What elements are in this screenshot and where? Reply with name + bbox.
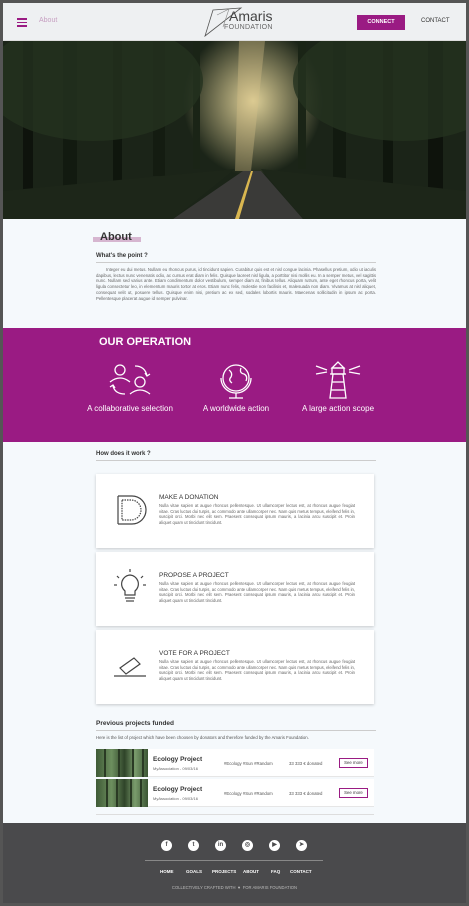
page: About Amaris FOUNDATION CONNECT CONTACT	[3, 3, 466, 903]
divider	[96, 814, 374, 815]
step-card-propose: PROPOSE A PROJECT Nulla vitae sapien at …	[96, 552, 374, 626]
project-amount: 33 333 € donated	[289, 791, 323, 796]
previous-projects-title: Previous projects funded	[96, 720, 175, 727]
footer-credit: COLLECTIVELY CRAFTED WITH ♥ FOR AMARIS F…	[3, 885, 466, 890]
step-text: Nulla vitae sapien at augue rhoncus pell…	[159, 581, 355, 603]
operation-title: OUR OPERATION	[99, 336, 192, 348]
footer-link-about[interactable]: ABOUT	[243, 869, 259, 874]
footer-link-faq[interactable]: FAQ	[271, 869, 280, 874]
project-thumbnail	[96, 749, 148, 777]
see-more-button[interactable]: See more	[339, 758, 368, 768]
users-exchange-icon	[109, 364, 151, 395]
nav-contact-link[interactable]: CONTACT	[421, 18, 450, 24]
footer: f t in ◎ ▶ ➤ HOME GOALS PROJECTS ABOUT F…	[3, 823, 466, 903]
divider	[96, 730, 376, 731]
logo-title: Amaris	[229, 8, 273, 24]
about-paragraph: Integer eu dui metus. Nullam eu rhoncus …	[96, 267, 376, 301]
operation-item-collaborative: A collaborative selection	[85, 360, 175, 413]
previous-projects-description: Here is the list of project which have b…	[96, 735, 309, 740]
facebook-icon[interactable]: f	[161, 840, 172, 851]
nav-about-link[interactable]: About	[39, 17, 57, 24]
linkedin-icon[interactable]: in	[215, 840, 226, 851]
project-tags: #Ecology #Sun #Random	[224, 761, 273, 766]
credit-suffix: FOR AMARIS FOUNDATION	[242, 885, 298, 890]
logo-subtitle: FOUNDATION	[224, 24, 273, 31]
step-text: Nulla vitae sapien at augue rhoncus pell…	[159, 503, 355, 525]
step-title: PROPOSE A PROJECT	[159, 572, 229, 579]
project-tags: #Ecology #Sun #Random	[224, 791, 273, 796]
step-title: MAKE A DONATION	[159, 494, 219, 501]
ballot-icon	[114, 657, 146, 677]
telegram-icon[interactable]: ➤	[296, 840, 307, 851]
lighthouse-icon	[315, 361, 361, 399]
step-text: Nulla vitae sapien at augue rhoncus pell…	[159, 659, 355, 681]
about-title: About	[100, 231, 132, 243]
globe-icon	[220, 364, 252, 399]
amaris-logo[interactable]: Amaris FOUNDATION	[199, 5, 299, 39]
connect-button[interactable]: CONNECT	[357, 15, 405, 30]
operation-section: OUR OPERATION A collaborative selection	[3, 328, 466, 442]
footer-link-goals[interactable]: GOALS	[186, 869, 202, 874]
heart-icon: ♥	[236, 885, 242, 890]
footer-link-home[interactable]: HOME	[160, 869, 174, 874]
divider	[96, 262, 376, 263]
credit-prefix: COLLECTIVELY CRAFTED WITH	[171, 885, 236, 890]
about-subtitle: What's the point ?	[96, 253, 148, 259]
top-navbar: About Amaris FOUNDATION CONNECT CONTACT	[3, 3, 466, 41]
youtube-icon[interactable]: ▶	[269, 840, 280, 851]
divider	[96, 460, 376, 461]
lightbulb-icon	[114, 569, 146, 602]
project-thumbnail	[96, 779, 148, 807]
coin-icon	[117, 495, 147, 525]
footer-link-projects[interactable]: PROJECTS	[212, 869, 236, 874]
operation-item-scope: A large action scope	[293, 360, 383, 413]
operation-label: A collaborative selection	[87, 404, 173, 413]
project-name: Ecology Project	[153, 786, 203, 793]
footer-link-contact[interactable]: CONTACT	[290, 869, 312, 874]
project-row: Ecology Project MyAssociation - 09/03/16…	[96, 749, 374, 777]
project-amount: 33 333 € donated	[289, 761, 323, 766]
hero-forest-road-image	[3, 41, 466, 219]
step-card-donation: MAKE A DONATION Nulla vitae sapien at au…	[96, 474, 374, 548]
project-meta: MyAssociation - 09/03/16	[153, 796, 198, 801]
step-card-vote: VOTE FOR A PROJECT Nulla vitae sapien at…	[96, 630, 374, 704]
project-meta: MyAssociation - 09/03/16	[153, 766, 198, 771]
project-row: Ecology Project MyAssociation - 09/03/16…	[96, 779, 374, 807]
operation-label: A large action scope	[301, 404, 375, 413]
operation-item-worldwide: A worldwide action	[191, 360, 281, 413]
operation-label: A worldwide action	[202, 404, 270, 413]
divider	[145, 860, 323, 861]
hamburger-menu-icon[interactable]	[17, 18, 27, 27]
twitter-icon[interactable]: t	[188, 840, 199, 851]
instagram-icon[interactable]: ◎	[242, 840, 253, 851]
how-title: How does it work ?	[96, 451, 151, 457]
see-more-button[interactable]: See more	[339, 788, 368, 798]
step-title: VOTE FOR A PROJECT	[159, 650, 230, 657]
project-name: Ecology Project	[153, 756, 203, 763]
